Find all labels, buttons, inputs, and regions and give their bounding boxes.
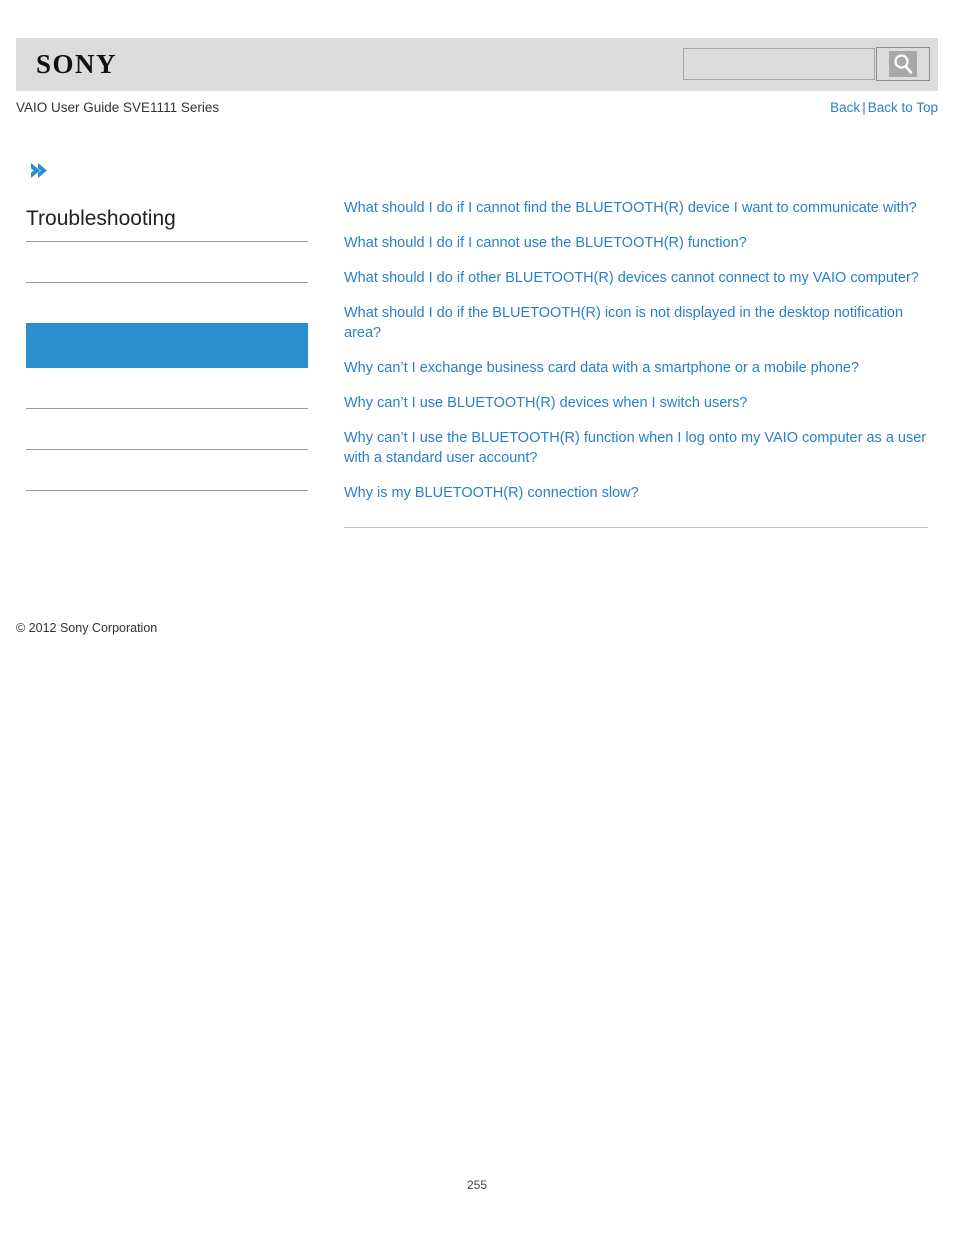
faq-link[interactable]: What should I do if I cannot find the BL… [344,198,928,218]
sidebar-item-6[interactable] [26,450,308,491]
faq-link[interactable]: Why can’t I exchange business card data … [344,358,928,378]
content-divider [344,527,928,528]
page-title: Troubleshooting [26,206,308,242]
guide-title: VAIO User Guide SVE1111 Series [16,100,220,115]
search-area [683,47,930,81]
copyright-notice: © 2012 Sony Corporation [16,621,158,635]
faq-link[interactable]: Why can’t I use BLUETOOTH(R) devices whe… [344,393,928,413]
search-icon [889,51,917,77]
back-to-top-link[interactable]: Back to Top [868,100,938,115]
faq-link[interactable]: What should I do if the BLUETOOTH(R) ico… [344,303,928,343]
faq-link[interactable]: Why can’t I use the BLUETOOTH(R) functio… [344,428,928,468]
sidebar-item-1[interactable] [26,242,308,283]
faq-link[interactable]: What should I do if other BLUETOOTH(R) d… [344,268,928,288]
sidebar: Troubleshooting [26,158,308,491]
search-input[interactable] [683,48,875,80]
page-number: 255 [466,1178,488,1192]
faq-link[interactable]: What should I do if I cannot use the BLU… [344,233,928,253]
search-button[interactable] [876,47,930,81]
chevron-right-icon[interactable] [26,158,52,184]
sidebar-item-2[interactable] [26,283,308,323]
faq-link[interactable]: Why is my BLUETOOTH(R) connection slow? [344,483,928,503]
sidebar-item-4[interactable] [26,368,308,409]
sony-logo: SONY [36,49,118,79]
subheader: VAIO User Guide SVE1111 Series Back | Back… [16,100,938,120]
sidebar-item-selected[interactable] [26,323,308,368]
faq-link-list: What should I do if I cannot find the BL… [344,198,928,528]
sidebar-item-5[interactable] [26,409,308,450]
site-header: SONY [16,38,938,91]
back-link[interactable]: Back [830,100,860,115]
header-nav-links: Back | Back to Top [830,100,938,115]
nav-separator: | [862,100,866,115]
